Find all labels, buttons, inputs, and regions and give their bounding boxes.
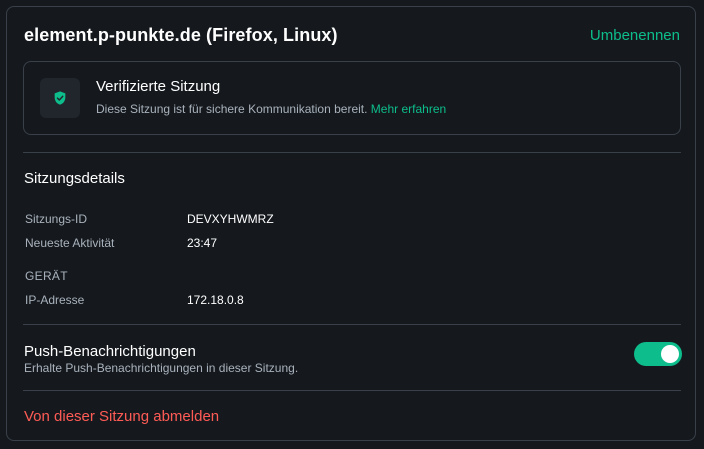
ip-address-value: 172.18.0.8: [187, 293, 244, 307]
divider: [23, 152, 681, 153]
sign-out-button[interactable]: Von dieser Sitzung abmelden: [24, 408, 219, 425]
session-id-label: Sitzungs-ID: [25, 212, 88, 226]
verification-description: Diese Sitzung ist für sichere Kommunikat…: [96, 102, 446, 116]
session-title: element.p-punkte.de (Firefox, Linux): [24, 24, 338, 45]
toggle-knob: [661, 345, 679, 363]
session-header: element.p-punkte.de (Firefox, Linux) Umb…: [24, 22, 680, 48]
session-id-value: DEVXYHWMRZ: [187, 212, 274, 226]
ip-address-label: IP-Adresse: [25, 293, 85, 307]
device-heading: GERÄT: [25, 269, 68, 283]
verification-description-text: Diese Sitzung ist für sichere Kommunikat…: [96, 102, 368, 116]
divider: [23, 324, 681, 325]
session-details-heading: Sitzungsdetails: [24, 170, 125, 187]
push-notifications-description: Erhalte Push-Benachrichtigungen in diese…: [24, 361, 299, 375]
verification-heading: Verifizierte Sitzung: [96, 78, 221, 95]
push-notifications-toggle[interactable]: [634, 342, 682, 366]
learn-more-link[interactable]: Mehr erfahren: [371, 102, 446, 116]
verification-card: Verifizierte Sitzung Diese Sitzung ist f…: [23, 61, 681, 135]
divider: [23, 390, 681, 391]
verification-icon-container: [40, 78, 80, 118]
rename-button[interactable]: Umbenennen: [590, 27, 680, 44]
last-activity-label: Neueste Aktivität: [25, 236, 115, 250]
push-notifications-heading: Push-Benachrichtigungen: [24, 343, 196, 360]
session-details-panel: element.p-punkte.de (Firefox, Linux) Umb…: [6, 6, 696, 441]
shield-check-icon: [54, 91, 66, 105]
last-activity-value: 23:47: [187, 236, 218, 250]
